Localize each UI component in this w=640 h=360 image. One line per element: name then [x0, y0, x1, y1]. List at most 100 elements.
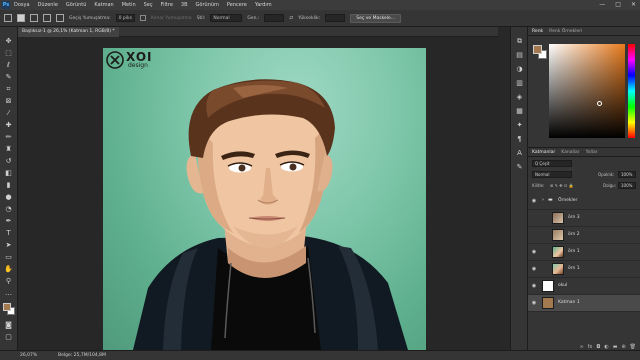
artwork-canvas[interactable]: XOI design — [103, 48, 426, 350]
more-tools-icon[interactable]: … — [4, 289, 13, 297]
history-brush-icon[interactable]: ↺ — [4, 157, 13, 165]
visibility-eye-icon[interactable]: ◉ — [531, 300, 537, 306]
canvas-area[interactable]: XOI design — [18, 37, 498, 350]
layer-name[interactable]: Katman 1 — [558, 300, 580, 305]
pen-icon[interactable]: ✒ — [4, 217, 13, 225]
saturation-brightness-field[interactable] — [549, 44, 625, 138]
document-tab[interactable]: Başlıksız-1 @ 26,1% (Katman 1, RGB/8) * — [18, 27, 119, 37]
tab-paths[interactable]: Yollar — [586, 150, 598, 155]
add-mask-icon[interactable]: ◘ — [596, 344, 600, 351]
visibility-eye-icon[interactable]: ◉ — [531, 249, 537, 255]
add-selection-icon[interactable] — [30, 14, 38, 22]
menu-3d[interactable]: 3B — [181, 2, 188, 8]
layer-name[interactable]: örn 2 — [568, 232, 580, 237]
gradient-icon[interactable]: ▮ — [4, 181, 13, 189]
foreground-color-swatch[interactable] — [3, 303, 11, 311]
menu-view[interactable]: Görünüm — [196, 2, 219, 8]
eyedropper-icon[interactable]: ⁄ — [4, 109, 13, 117]
styles-icon[interactable]: ✦ — [515, 121, 524, 129]
brushes-icon[interactable]: ✎ — [515, 163, 524, 171]
visibility-eye-icon[interactable]: ◉ — [531, 266, 537, 272]
layer-row[interactable]: ◉ örn 1 — [528, 261, 640, 278]
layer-name[interactable]: Örnekler — [558, 198, 577, 203]
brush-icon[interactable]: ✏ — [4, 133, 13, 141]
adjustments-icon[interactable]: ◑ — [515, 65, 524, 73]
layer-row[interactable]: ◉ örn 1 — [528, 244, 640, 261]
new-layer-icon[interactable]: ⊕ — [621, 344, 625, 351]
layer-row[interactable]: örn 3 — [528, 210, 640, 227]
select-and-mask-button[interactable]: Seç ve Maskele... — [350, 13, 402, 23]
menu-help[interactable]: Yardım — [255, 2, 272, 8]
eraser-icon[interactable]: ◧ — [4, 169, 13, 177]
tab-layers[interactable]: Katmanlar — [532, 150, 555, 155]
rectangular-marquee-icon[interactable]: ⬚ — [4, 49, 13, 57]
opacity-input[interactable]: 100% — [618, 171, 636, 178]
layer-filter-select[interactable]: Q Çeşit — [532, 160, 572, 167]
channels-icon[interactable]: ◈ — [515, 93, 524, 101]
lock-icons[interactable]: ⊞ ✎ ✥ ⊡ 🔒 — [550, 183, 573, 188]
crop-icon[interactable]: ⌗ — [4, 85, 13, 93]
intersect-selection-icon[interactable] — [56, 14, 64, 22]
quick-select-icon[interactable]: ✎ — [4, 73, 13, 81]
lasso-icon[interactable]: ℓ — [4, 61, 13, 69]
height-input[interactable] — [325, 14, 346, 22]
color-picker-cursor[interactable] — [597, 101, 602, 106]
layer-row[interactable]: ◉ Katman 1 — [528, 295, 640, 312]
minimize-icon[interactable]: — — [599, 1, 605, 8]
type-tool-icon[interactable]: T — [4, 229, 13, 237]
layer-name[interactable]: örn 1 — [568, 249, 580, 254]
menu-type[interactable]: Metin — [122, 2, 136, 8]
document-info[interactable]: Belge: 25,7M/104,8M — [58, 353, 106, 358]
tab-color[interactable]: Renk — [532, 29, 543, 34]
feather-input[interactable]: 0 piks — [115, 14, 135, 22]
layer-row[interactable]: ◉ okul — [528, 278, 640, 295]
style-select[interactable]: Normal — [210, 14, 243, 22]
blend-mode-select[interactable]: Normal — [532, 171, 572, 178]
new-group-icon[interactable]: ▬ — [613, 344, 618, 351]
zoom-tool-icon[interactable]: ⚲ — [4, 277, 13, 285]
zoom-level[interactable]: 26,07% — [20, 353, 37, 358]
tab-channels[interactable]: Kanallar — [561, 150, 579, 155]
menu-edit[interactable]: Düzenle — [38, 2, 58, 8]
link-layers-icon[interactable]: ∞ — [579, 344, 583, 351]
group-toggle-icon[interactable]: › — [542, 197, 544, 203]
visibility-eye-icon[interactable]: ◉ — [531, 283, 537, 289]
quick-mask-icon[interactable]: ◙ — [4, 321, 13, 329]
history-icon[interactable]: ⧉ — [515, 37, 524, 45]
fill-input[interactable]: 100% — [618, 182, 636, 189]
width-input[interactable] — [264, 14, 285, 22]
maximize-icon[interactable]: □ — [615, 1, 621, 8]
menu-image[interactable]: Görüntü — [66, 2, 86, 8]
new-selection-icon[interactable] — [17, 14, 25, 22]
panel-foreground-swatch[interactable] — [533, 45, 542, 54]
menu-select[interactable]: Seç — [144, 2, 153, 8]
layer-name[interactable]: okul — [558, 283, 567, 288]
screen-mode-icon[interactable]: ▢ — [4, 333, 13, 341]
hand-icon[interactable]: ✋ — [4, 265, 13, 273]
layer-row[interactable]: ◉ › ▬ Örnekler — [528, 193, 640, 210]
tab-swatches[interactable]: Renk Örnekleri — [549, 29, 582, 34]
blur-icon[interactable]: ● — [4, 193, 13, 201]
swap-icon[interactable]: ⇄ — [289, 16, 293, 21]
menu-filter[interactable]: Filtre — [161, 2, 173, 8]
visibility-eye-icon[interactable] — [531, 232, 537, 238]
menu-file[interactable]: Dosya — [14, 2, 30, 8]
hue-slider[interactable] — [628, 44, 635, 138]
visibility-eye-icon[interactable]: ◉ — [531, 198, 537, 204]
layer-row[interactable]: örn 2 — [528, 227, 640, 244]
character-icon[interactable]: A — [515, 149, 524, 157]
dodge-icon[interactable]: ◔ — [4, 205, 13, 213]
frame-icon[interactable]: ⊠ — [4, 97, 13, 105]
menu-layer[interactable]: Katman — [94, 2, 113, 8]
move-tool-icon[interactable]: ✥ — [4, 37, 13, 45]
swatches-icon[interactable]: ▦ — [515, 107, 524, 115]
subtract-selection-icon[interactable] — [43, 14, 51, 22]
layer-style-icon[interactable]: fx — [588, 344, 593, 351]
menu-window[interactable]: Pencere — [227, 2, 247, 8]
shape-icon[interactable]: ▭ — [4, 253, 13, 261]
delete-layer-icon[interactable]: 🗑 — [630, 344, 636, 351]
antialias-checkbox[interactable] — [139, 15, 146, 21]
clone-stamp-icon[interactable]: ♜ — [4, 145, 13, 153]
close-icon[interactable]: ✕ — [631, 1, 636, 8]
color-swatches[interactable] — [3, 303, 15, 315]
